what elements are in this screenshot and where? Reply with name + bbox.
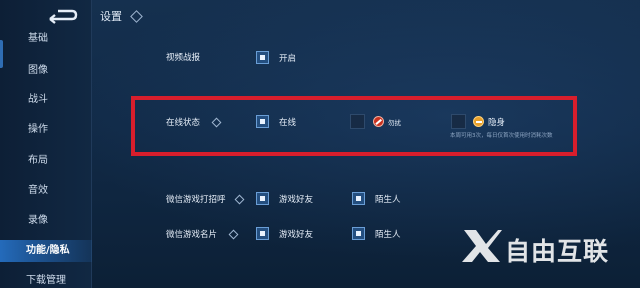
sidebar-item-basic[interactable]: 基础 (0, 28, 92, 50)
wechat-card-strangers-label: 陌生人 (375, 230, 401, 240)
back-arrow-icon[interactable] (44, 7, 78, 25)
wechat-card-friends-label: 游戏好友 (279, 230, 314, 240)
wechat-greeting-strangers-checkbox[interactable] (352, 192, 365, 205)
video-report-label: 视频战报 (166, 53, 201, 63)
wechat-greeting-label: 微信游戏打招呼 (166, 195, 226, 205)
sidebar-item-combat[interactable]: 战斗 (0, 89, 92, 111)
wechat-card-friends-checkbox[interactable] (256, 227, 269, 240)
watermark-logo-icon (462, 230, 502, 262)
sidebar-item-controls[interactable]: 操作 (0, 119, 92, 141)
video-report-checkbox[interactable] (256, 51, 269, 64)
page-header: 设置 (100, 8, 143, 24)
page-title: 设置 (100, 10, 122, 23)
wechat-greeting-friends-label: 游戏好友 (279, 195, 314, 205)
sidebar-item-features-privacy[interactable]: 功能/隐私 (0, 240, 92, 262)
watermark-text: 自由互联 (505, 237, 610, 266)
sidebar-item-layout[interactable]: 布局 (0, 150, 92, 172)
highlight-box (131, 96, 577, 156)
sidebar: 基础 图像 战斗 操作 布局 音效 录像 功能/隐私 下载管理 (0, 0, 92, 288)
info-diamond-icon[interactable] (129, 9, 143, 23)
wechat-card-strangers-checkbox[interactable] (352, 227, 365, 240)
sidebar-item-graphics[interactable]: 图像 (0, 60, 92, 82)
wechat-card-label: 微信游戏名片 (166, 230, 218, 240)
wechat-greeting-friends-checkbox[interactable] (256, 192, 269, 205)
wechat-greeting-strangers-label: 陌生人 (375, 195, 401, 205)
video-report-option-label: 开启 (279, 54, 297, 64)
sidebar-item-downloads[interactable]: 下载管理 (0, 270, 92, 288)
sidebar-item-audio[interactable]: 音效 (0, 180, 92, 202)
sidebar-item-replay[interactable]: 录像 (0, 210, 92, 232)
